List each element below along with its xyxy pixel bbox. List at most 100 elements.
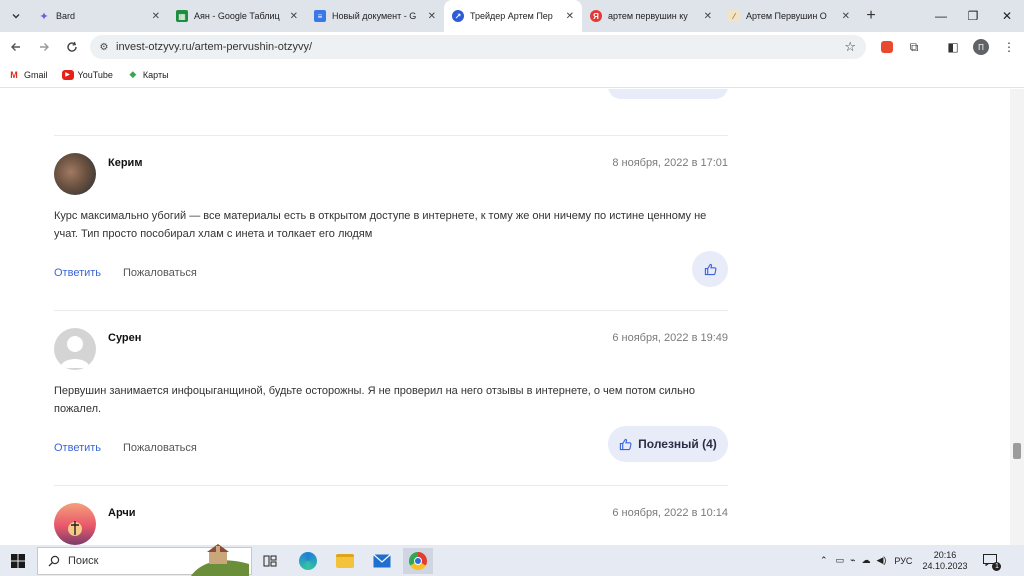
close-icon[interactable]: ✕ bbox=[566, 11, 574, 22]
divider bbox=[54, 485, 728, 486]
bookmark-gmail[interactable]: M Gmail bbox=[8, 69, 48, 80]
url-text[interactable]: invest-otzyvy.ru/artem-pervushin-otzyvy/ bbox=[116, 41, 312, 53]
report-link[interactable]: Пожаловаться bbox=[123, 442, 197, 454]
more-menu-icon[interactable]: ⋮ bbox=[1000, 38, 1018, 56]
comment-date: 6 ноября, 2022 в 10:14 bbox=[612, 507, 728, 519]
bookmark-star-icon[interactable]: ☆ bbox=[844, 39, 856, 55]
tab-bard[interactable]: ✦ Bard ✕ bbox=[30, 0, 168, 32]
sunset-figure-icon bbox=[68, 521, 82, 536]
close-icon[interactable]: ✕ bbox=[152, 11, 160, 22]
notification-count: 1 bbox=[992, 561, 1002, 571]
close-icon[interactable]: ✕ bbox=[428, 11, 436, 22]
previous-like-button[interactable] bbox=[608, 89, 728, 99]
comment-author: Сурен bbox=[108, 332, 142, 344]
site-icon: ↗ bbox=[452, 10, 464, 22]
language-indicator[interactable]: РУС bbox=[894, 556, 912, 566]
tab-title: Новый документ - G bbox=[332, 11, 417, 21]
comment-item: Арчи 6 ноября, 2022 в 10:14 bbox=[54, 503, 728, 545]
clock-date: 24.10.2023 bbox=[922, 560, 968, 571]
chrome-icon[interactable] bbox=[403, 548, 433, 574]
divider bbox=[54, 135, 728, 136]
thumbs-up-icon bbox=[619, 438, 632, 451]
side-panel-icon[interactable]: ◧ bbox=[944, 38, 962, 56]
docs-icon: ≡ bbox=[314, 10, 326, 22]
file-explorer-icon[interactable] bbox=[330, 548, 360, 574]
reload-icon bbox=[67, 41, 77, 52]
taskbar-search[interactable]: Поиск bbox=[37, 544, 252, 576]
tab-google-docs[interactable]: ≡ Новый документ - G ✕ bbox=[306, 0, 444, 32]
bookmarks-bar: M Gmail ▶ YouTube ◆ Карты bbox=[0, 62, 1024, 88]
tab-pervushin[interactable]: ⁄ Артем Первушин О ✕ bbox=[720, 0, 858, 32]
tab-yandex[interactable]: Я артем первушин ку ✕ bbox=[582, 0, 720, 32]
system-tray: ⌃ ▭ ⌁ ☁ ◀) РУС 20:16 24.10.2023 1 bbox=[820, 545, 1002, 576]
tab-title: Bard bbox=[56, 11, 76, 21]
tab-title: Аян - Google Таблиц bbox=[194, 11, 280, 21]
clock[interactable]: 20:16 24.10.2023 bbox=[922, 550, 967, 572]
tab-trader-active[interactable]: ↗ Трейдер Артем Пер ✕ bbox=[444, 0, 582, 32]
cloud-icon[interactable]: ☁ bbox=[861, 555, 870, 566]
chevron-up-icon[interactable]: ⌃ bbox=[820, 555, 828, 566]
thumbs-up-icon bbox=[704, 263, 717, 276]
bookmark-youtube[interactable]: ▶ YouTube bbox=[61, 69, 113, 80]
youtube-icon: ▶ bbox=[61, 69, 74, 80]
comment-text: Курс максимально убогий — все материалы … bbox=[54, 210, 707, 240]
comment-author: Арчи bbox=[108, 507, 136, 519]
page-scrollbar[interactable] bbox=[1010, 89, 1024, 545]
network-icon[interactable]: ⌁ bbox=[850, 555, 855, 566]
device-icon[interactable]: ▭ bbox=[836, 555, 845, 566]
extension-icon[interactable] bbox=[878, 38, 896, 56]
report-link[interactable]: Пожаловаться bbox=[123, 267, 197, 279]
helpful-label: Полезный (4) bbox=[638, 437, 717, 451]
user-placeholder-icon bbox=[60, 336, 90, 368]
comment-text: Первушин занимается инфоцыганщиной, будь… bbox=[54, 385, 695, 415]
search-highlight-image bbox=[191, 542, 249, 576]
comment-item: Керим 8 ноября, 2022 в 17:01 Курс максим… bbox=[54, 153, 728, 303]
reply-link[interactable]: Ответить bbox=[54, 442, 101, 454]
helpful-button[interactable]: Полезный (4) bbox=[608, 426, 728, 462]
address-bar[interactable]: ⚙ invest-otzyvy.ru/artem-pervushin-otzyv… bbox=[90, 35, 866, 59]
tab-title: артем первушин ку bbox=[608, 11, 688, 21]
notifications-icon[interactable]: 1 bbox=[983, 553, 1002, 571]
arrow-left-icon bbox=[11, 43, 20, 51]
site-settings-icon[interactable]: ⚙ bbox=[92, 42, 116, 53]
maps-icon: ◆ bbox=[129, 69, 137, 79]
like-button[interactable] bbox=[692, 251, 728, 287]
close-window-button[interactable]: ✕ bbox=[990, 0, 1024, 32]
comment-date: 8 ноября, 2022 в 17:01 bbox=[612, 157, 728, 169]
scrollbar-thumb[interactable] bbox=[1013, 443, 1021, 459]
start-button[interactable] bbox=[0, 545, 36, 576]
forward-button[interactable] bbox=[30, 33, 58, 61]
bookmark-maps[interactable]: ◆ Карты bbox=[127, 69, 169, 80]
page-icon: ⁄ bbox=[728, 10, 740, 22]
reply-link[interactable]: Ответить bbox=[54, 267, 101, 279]
close-icon[interactable]: ✕ bbox=[290, 11, 298, 22]
task-view-icon[interactable] bbox=[255, 548, 285, 574]
new-tab-button[interactable]: + bbox=[858, 7, 884, 25]
page-content: Керим 8 ноября, 2022 в 17:01 Курс максим… bbox=[0, 89, 1024, 545]
avatar bbox=[54, 503, 96, 545]
puzzle-extensions-icon[interactable]: ⧉ bbox=[905, 38, 923, 56]
close-icon[interactable]: ✕ bbox=[704, 11, 712, 22]
tab-title: Артем Первушин О bbox=[746, 11, 827, 21]
reload-button[interactable] bbox=[58, 33, 86, 61]
back-button[interactable] bbox=[2, 33, 30, 61]
yandex-icon: Я bbox=[590, 10, 602, 22]
comment-item: Сурен 6 ноября, 2022 в 19:49 Первушин за… bbox=[54, 328, 728, 478]
divider bbox=[54, 310, 728, 311]
tab-search-dropdown[interactable] bbox=[2, 2, 30, 30]
bookmark-label: Карты bbox=[142, 69, 169, 80]
volume-icon[interactable]: ◀) bbox=[876, 555, 886, 566]
close-icon[interactable]: ✕ bbox=[842, 11, 850, 22]
maximize-button[interactable]: ❐ bbox=[956, 0, 990, 32]
search-placeholder: Поиск bbox=[68, 555, 99, 567]
chevron-down-icon bbox=[12, 14, 20, 19]
edge-icon[interactable] bbox=[293, 548, 323, 574]
mail-icon[interactable] bbox=[367, 548, 397, 574]
tab-title: Трейдер Артем Пер bbox=[470, 11, 553, 21]
bookmark-label: Gmail bbox=[24, 69, 48, 80]
bard-icon: ✦ bbox=[39, 10, 49, 23]
minimize-button[interactable]: — bbox=[924, 0, 958, 32]
profile-avatar[interactable]: П bbox=[972, 38, 990, 56]
windows-logo-icon bbox=[11, 553, 25, 568]
tab-google-sheets[interactable]: ▦ Аян - Google Таблиц ✕ bbox=[168, 0, 306, 32]
